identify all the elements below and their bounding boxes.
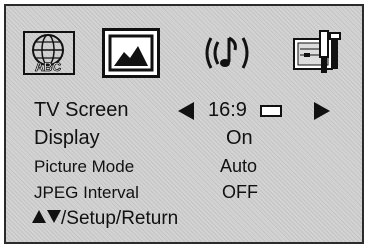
- picture-mode-value: Auto: [220, 156, 258, 176]
- menu-row-tv-screen[interactable]: TV Screen 16:9: [34, 99, 344, 125]
- setup-menu-panel: ABC TV Screen 16:9 Display On Picture Mo…: [4, 4, 364, 244]
- menu-row-jpeg-interval[interactable]: JPEG Interval OFF: [34, 181, 344, 207]
- aspect-ratio-icon: [260, 105, 282, 117]
- svg-text:ABC: ABC: [35, 60, 61, 74]
- language-globe-icon: ABC: [23, 31, 75, 75]
- menu-category-tabs: ABC: [6, 28, 362, 82]
- system-tools-icon: [293, 30, 341, 73]
- left-arrow-icon[interactable]: [178, 102, 194, 120]
- menu-row-picture-mode[interactable]: Picture Mode Auto: [34, 155, 344, 181]
- display-label: Display: [34, 127, 100, 149]
- navigation-hint-text: /Setup/Return: [61, 208, 179, 229]
- tv-screen-value: 16:9: [208, 99, 247, 121]
- jpeg-interval-label: JPEG Interval: [34, 183, 139, 202]
- down-arrow-icon: [47, 210, 61, 223]
- display-value: On: [226, 127, 253, 149]
- navigation-hint: /Setup/Return: [32, 208, 178, 230]
- jpeg-interval-value: OFF: [222, 182, 258, 202]
- picture-mode-label: Picture Mode: [34, 157, 135, 176]
- menu-row-display[interactable]: Display On: [34, 127, 344, 153]
- tab-audio[interactable]: [198, 28, 256, 78]
- tv-screen-selector[interactable]: 16:9: [178, 99, 338, 123]
- right-arrow-icon[interactable]: [314, 102, 330, 120]
- tab-picture[interactable]: [102, 28, 160, 78]
- tab-system[interactable]: [290, 28, 348, 78]
- audio-speaker-note-icon: [205, 36, 249, 69]
- tv-screen-label: TV Screen: [34, 99, 129, 121]
- picture-landscape-icon: [108, 34, 154, 72]
- tab-language[interactable]: ABC: [20, 28, 78, 78]
- up-arrow-icon: [32, 210, 46, 223]
